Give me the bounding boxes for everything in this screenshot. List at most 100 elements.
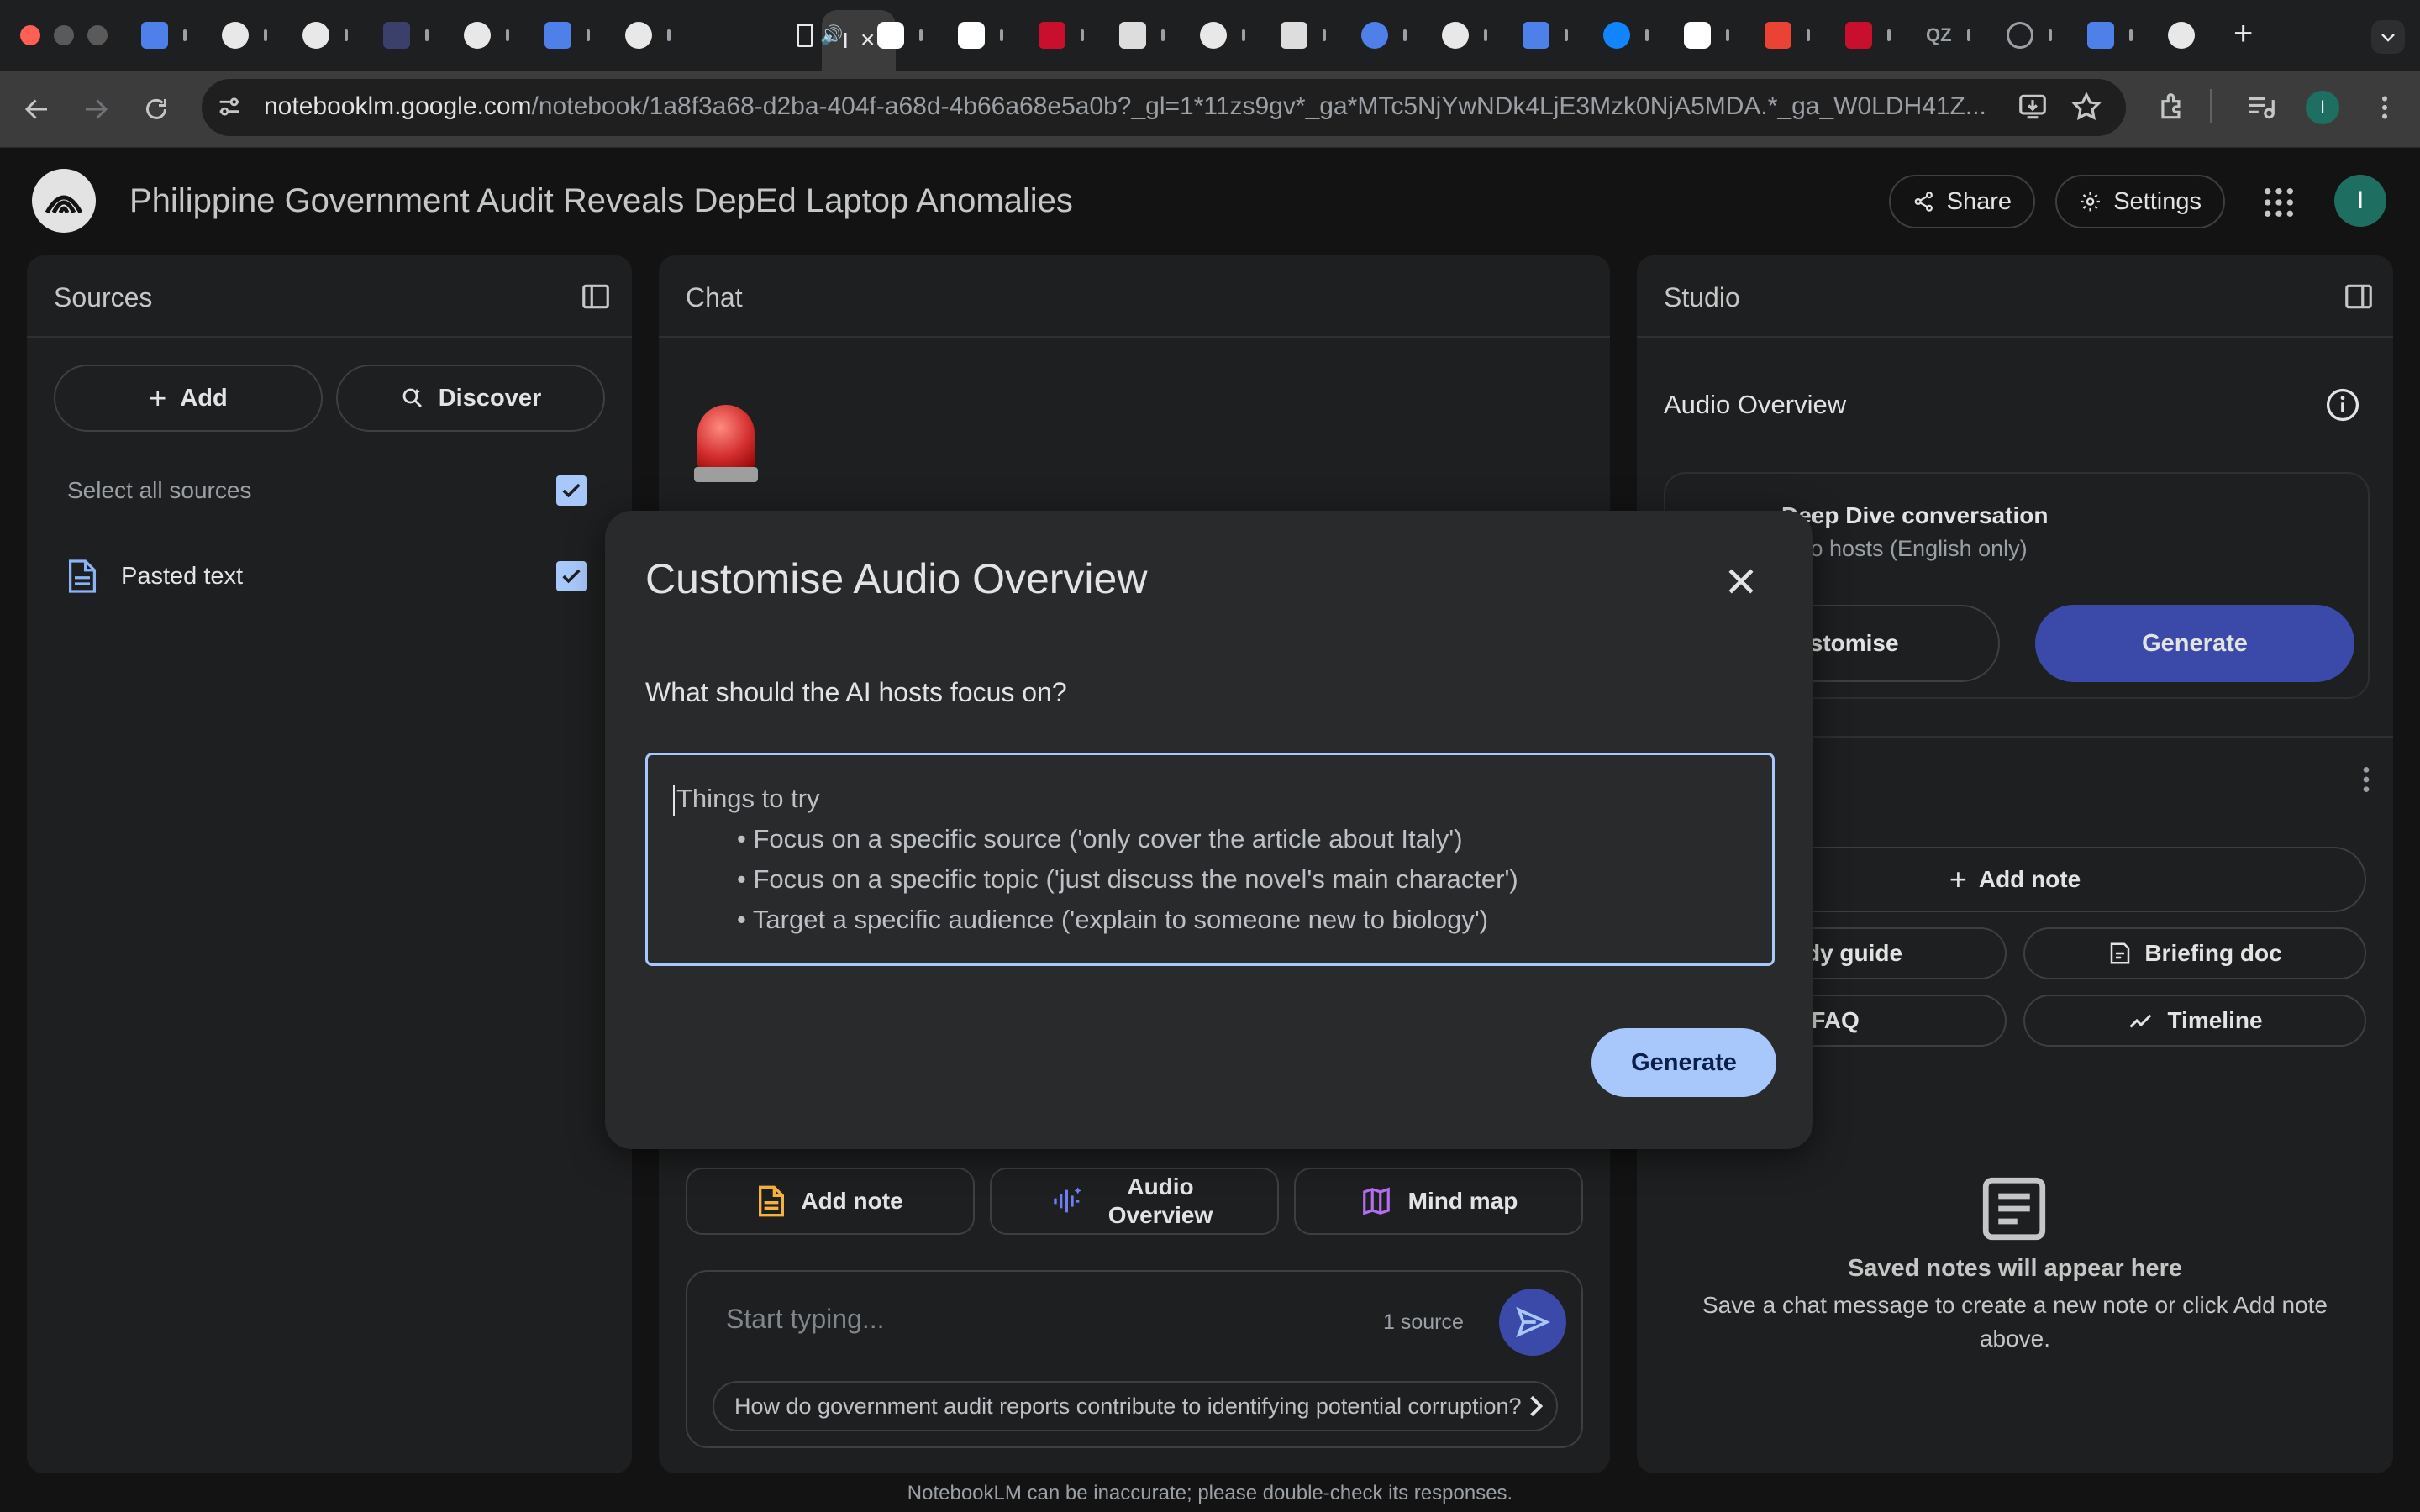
browser-tab[interactable] (1265, 17, 1344, 54)
browser-tab[interactable] (1427, 17, 1506, 54)
browser-tab[interactable] (1669, 17, 1748, 54)
openai-icon (1442, 22, 1469, 49)
empty-notes-body: Save a chat message to create a new note… (1702, 1292, 2328, 1352)
deep-dive-title: Deep Dive conversation (1781, 502, 2049, 528)
sources-title: Sources (54, 282, 153, 312)
tab-search-button[interactable] (2371, 20, 2405, 54)
sources-header: Sources (27, 255, 632, 338)
image-icon (383, 22, 410, 49)
browser-tab[interactable] (1749, 17, 1828, 54)
browser-tab[interactable]: 🔊 (781, 17, 860, 54)
pause-icon (958, 22, 985, 49)
source-checkbox[interactable] (556, 561, 587, 591)
browser-tab[interactable] (2072, 17, 2151, 54)
url-text[interactable]: notebooklm.google.com/notebook/1a8f3a68-… (264, 92, 1995, 121)
add-source-button[interactable]: + Add (54, 365, 323, 432)
browser-tab-strip: I × 🔊 QZ + (0, 0, 2420, 71)
timeline-button[interactable]: Timeline (2023, 995, 2366, 1047)
chat-mind-map-button[interactable]: Mind map (1294, 1168, 1583, 1235)
browser-tab[interactable]: QZ (1911, 17, 1990, 54)
send-icon (1516, 1306, 1551, 1338)
browser-tab[interactable] (368, 17, 447, 54)
site-info-icon[interactable] (215, 92, 244, 121)
browser-tab[interactable] (862, 17, 941, 54)
collapse-panel-icon[interactable] (580, 281, 612, 312)
chevron-right-icon[interactable] (1523, 1393, 1549, 1420)
media-control-icon[interactable] (2245, 91, 2277, 123)
plus-icon: + (149, 381, 167, 415)
docs-icon (2087, 22, 2114, 49)
browser-tab[interactable] (1830, 17, 1909, 54)
window-close-button[interactable] (20, 25, 40, 45)
wordpress-icon (222, 22, 249, 49)
timeline-label: Timeline (2167, 1007, 2263, 1033)
window-minimize-button[interactable] (54, 25, 74, 45)
chat-audio-overview-button[interactable]: Audio Overview (990, 1168, 1279, 1235)
browser-tab[interactable] (1185, 17, 1264, 54)
suggested-question[interactable]: How do government audit reports contribu… (713, 1381, 1558, 1431)
profile-avatar[interactable]: I (2306, 91, 2339, 124)
browser-tab[interactable] (943, 17, 1022, 54)
browser-tab[interactable] (2153, 17, 2232, 54)
chat-add-note-button[interactable]: Add note (686, 1168, 975, 1235)
briefing-doc-icon (2111, 942, 2130, 964)
notebook-title[interactable]: Philippine Government Audit Reveals DepE… (129, 182, 1073, 220)
settings-button[interactable]: Settings (2055, 175, 2225, 228)
browser-tab[interactable] (1346, 17, 1425, 54)
pause-icon (1684, 22, 1711, 49)
install-app-icon[interactable] (2017, 91, 2049, 123)
chat-header: Chat (659, 255, 1610, 338)
select-all-checkbox[interactable] (556, 475, 587, 506)
text-caret (673, 785, 675, 816)
send-button[interactable] (1499, 1289, 1566, 1356)
info-icon[interactable] (2324, 386, 2361, 423)
browser-tab[interactable] (126, 17, 205, 54)
studio-generate-button[interactable]: Generate (2035, 605, 2354, 682)
new-tab-button[interactable]: + (2233, 15, 2253, 53)
docs-icon (1523, 22, 1549, 49)
source-item[interactable]: Pasted text (27, 538, 632, 615)
share-label: Share (1946, 187, 2012, 215)
notes-more-icon[interactable] (2356, 763, 2376, 796)
apps-grid-icon[interactable] (2262, 186, 2296, 219)
focus-question: What should the AI hosts focus on? (645, 677, 1067, 707)
notebooklm-logo[interactable] (32, 169, 96, 233)
bookmark-star-icon[interactable] (2070, 91, 2102, 123)
openai-icon (464, 22, 491, 49)
extensions-icon[interactable] (2156, 91, 2188, 123)
map-icon (1362, 1187, 1390, 1215)
url-path: /notebook/1a8f3a68-d2ba-404f-a68d-4b66a6… (531, 92, 1986, 120)
browser-tab[interactable] (1023, 17, 1102, 54)
forward-icon[interactable] (81, 94, 111, 124)
audio-wave-icon (1054, 1187, 1081, 1213)
briefing-doc-button[interactable]: Briefing doc (2023, 927, 2366, 979)
browser-tab[interactable] (610, 17, 689, 54)
more-vert-icon[interactable] (2370, 91, 2400, 124)
dialog-generate-button[interactable]: Generate (1591, 1028, 1776, 1097)
account-avatar[interactable]: I (2334, 175, 2386, 227)
browser-tab[interactable] (529, 17, 608, 54)
accuracy-disclaimer: NotebookLM can be inaccurate; please dou… (907, 1482, 1513, 1504)
chat-input[interactable]: Start typing... (726, 1304, 885, 1335)
toolbar-divider (2210, 89, 2212, 123)
discover-button[interactable]: Discover (336, 365, 605, 432)
browser-tab[interactable] (287, 17, 366, 54)
back-icon[interactable] (22, 94, 52, 124)
placeholder-heading: Things to try (676, 784, 820, 813)
focus-textarea[interactable]: Things to try • Focus on a specific sour… (645, 753, 1775, 966)
close-icon[interactable] (1723, 563, 1760, 600)
browser-tab[interactable] (1507, 17, 1586, 54)
browser-tab[interactable] (1588, 17, 1667, 54)
discover-label: Discover (438, 384, 542, 412)
browser-tab[interactable] (449, 17, 528, 54)
collapse-panel-icon[interactable] (2343, 281, 2375, 312)
browser-tab[interactable] (1991, 17, 2070, 54)
browser-tab[interactable] (1104, 17, 1183, 54)
share-button[interactable]: Share (1889, 175, 2035, 228)
browser-tab[interactable] (207, 17, 286, 54)
audio-overview-title: Audio Overview (1664, 390, 1847, 419)
notebooklm-tab (797, 24, 813, 47)
window-zoom-button[interactable] (87, 25, 108, 45)
reload-icon[interactable] (141, 94, 171, 124)
gmail-icon (1765, 22, 1791, 49)
